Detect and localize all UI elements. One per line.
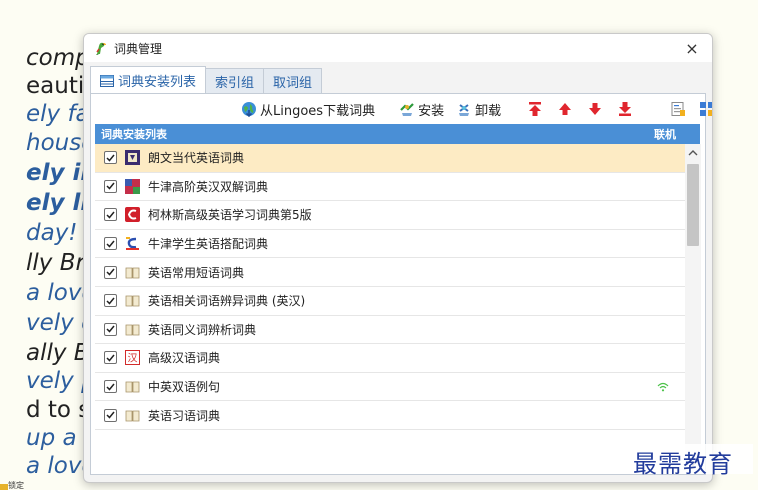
move-to-bottom-button[interactable] [617, 98, 636, 120]
move-to-top-button[interactable] [527, 98, 546, 120]
chinese-dict-icon: 汉 [125, 350, 140, 366]
enable-checkbox[interactable] [104, 208, 117, 222]
background-text-line: day! [26, 220, 78, 246]
dictionary-name: 朗文当代英语词典 [148, 151, 245, 166]
scrollbar-thumb[interactable] [687, 164, 699, 246]
list-item[interactable]: 中英双语例句 [95, 373, 685, 402]
enable-checkbox[interactable] [104, 351, 117, 365]
background-text-line: lly Bri [26, 250, 92, 276]
dialog-title: 词典管理 [114, 41, 163, 56]
dictionary-name: 英语习语词典 [148, 408, 221, 423]
enable-checkbox[interactable] [104, 294, 117, 308]
folder-icon [0, 483, 8, 490]
tab-bar: 词典安装列表 索引组 取词组 [90, 66, 323, 94]
tab-label: 索引组 [215, 76, 255, 91]
watermark: 最需教育 [633, 444, 753, 478]
move-down-button[interactable] [587, 98, 606, 120]
arrow-down-icon [589, 103, 602, 115]
taskbar-stub: 锁定 [0, 481, 52, 490]
uninstall-icon [459, 104, 470, 116]
collins-icon [125, 207, 140, 223]
move-to-top-icon [529, 102, 542, 116]
lingoes-parrot-icon [96, 42, 106, 55]
close-button[interactable]: × [672, 34, 712, 62]
list-header: 词典安装列表 联机 [95, 124, 700, 144]
tab-label: 取词组 [273, 76, 313, 91]
tab-dictionary-install-list[interactable]: 词典安装列表 [90, 66, 207, 94]
tab-capture-group[interactable]: 取词组 [263, 68, 323, 94]
list-item[interactable]: 英语习语词典 [95, 401, 685, 430]
enable-checkbox[interactable] [104, 265, 117, 279]
taskbar-label: 锁定 [8, 481, 24, 490]
view-mode-button[interactable] [699, 98, 712, 120]
book-icon [125, 410, 140, 422]
longman-icon [125, 150, 140, 166]
dictionary-manager-dialog: 词典管理 × 词典安装列表 索引组 取词组 从Lingoes下载词典 安装 卸载… [83, 33, 713, 483]
collocation-icon [125, 236, 140, 252]
title-bar: 词典管理 × [84, 34, 712, 62]
enable-checkbox[interactable] [104, 380, 117, 394]
enable-checkbox[interactable] [104, 237, 117, 251]
arrow-up-icon [559, 103, 572, 115]
online-status [641, 382, 685, 392]
enable-checkbox[interactable] [104, 179, 117, 193]
list-item[interactable]: 牛津学生英语搭配词典 [95, 230, 685, 259]
book-icon [125, 381, 140, 393]
move-to-bottom-icon [619, 102, 632, 116]
book-icon [125, 267, 140, 279]
dictionary-name: 中英双语例句 [148, 380, 221, 395]
download-from-lingoes-button[interactable]: 从Lingoes下载词典 [241, 98, 375, 120]
list-table-icon [100, 74, 114, 87]
properties-icon [671, 102, 686, 116]
book-icon [125, 324, 140, 336]
globe-download-icon [242, 102, 256, 117]
move-up-button[interactable] [557, 98, 576, 120]
scroll-up-icon[interactable] [685, 144, 701, 162]
svg-text:汉: 汉 [128, 353, 138, 365]
tab-panel: 从Lingoes下载词典 安装 卸载 词典安装列表 联机 朗文当代英语词典 牛津… [90, 93, 712, 475]
oxford-icon [125, 178, 140, 194]
install-button[interactable]: 安装 [399, 98, 444, 120]
dictionary-name: 高级汉语词典 [148, 351, 221, 366]
dictionary-name: 柯林斯高级英语学习词典第5版 [148, 208, 312, 223]
uninstall-button[interactable]: 卸载 [456, 98, 501, 120]
tab-label: 词典安装列表 [118, 75, 197, 90]
online-signal-icon [657, 382, 669, 391]
book-icon [125, 295, 140, 307]
vertical-scrollbar[interactable] [685, 144, 701, 472]
enable-checkbox[interactable] [104, 322, 117, 336]
background-text-line: comp [26, 45, 90, 71]
list-item[interactable]: 柯林斯高级英语学习词典第5版 [95, 201, 685, 230]
column-header-name[interactable]: 词典安装列表 [95, 126, 654, 142]
dictionary-list: 朗文当代英语词典牛津高阶英汉双解词典柯林斯高级英语学习词典第5版 牛津学生英语搭配… [95, 144, 685, 472]
background-text-line: d to s [26, 397, 91, 423]
tab-index-group[interactable]: 索引组 [205, 68, 265, 94]
list-item[interactable]: 英语常用短语词典 [95, 258, 685, 287]
enable-checkbox[interactable] [104, 408, 117, 422]
toolbar: 从Lingoes下载词典 安装 卸载 [91, 96, 712, 122]
dictionary-name: 英语相关词语辨异词典 (英汉) [148, 294, 306, 309]
dictionary-name: 牛津高阶英汉双解词典 [148, 179, 269, 194]
list-item[interactable]: 朗文当代英语词典 [95, 144, 685, 173]
properties-button[interactable] [670, 98, 689, 120]
list-item[interactable]: 英语相关词语辨异词典 (英汉) [95, 287, 685, 316]
list-item[interactable]: 牛津高阶英汉双解词典 [95, 173, 685, 202]
column-header-online[interactable]: 联机 [654, 126, 700, 142]
install-icon [400, 103, 414, 116]
enable-checkbox[interactable] [104, 151, 117, 165]
dictionary-name: 英语同义词辨析词典 [148, 322, 257, 337]
list-item[interactable]: 汉高级汉语词典 [95, 344, 685, 373]
uninstall-label: 卸载 [475, 103, 502, 119]
list-item[interactable]: 英语同义词辨析词典 [95, 316, 685, 345]
dictionary-name: 英语常用短语词典 [148, 265, 245, 280]
dictionary-name: 牛津学生英语搭配词典 [148, 237, 269, 252]
grid-view-icon [700, 102, 712, 116]
background-text-line: up a [26, 425, 77, 451]
download-label: 从Lingoes下载词典 [260, 103, 376, 119]
install-label: 安装 [418, 103, 445, 119]
